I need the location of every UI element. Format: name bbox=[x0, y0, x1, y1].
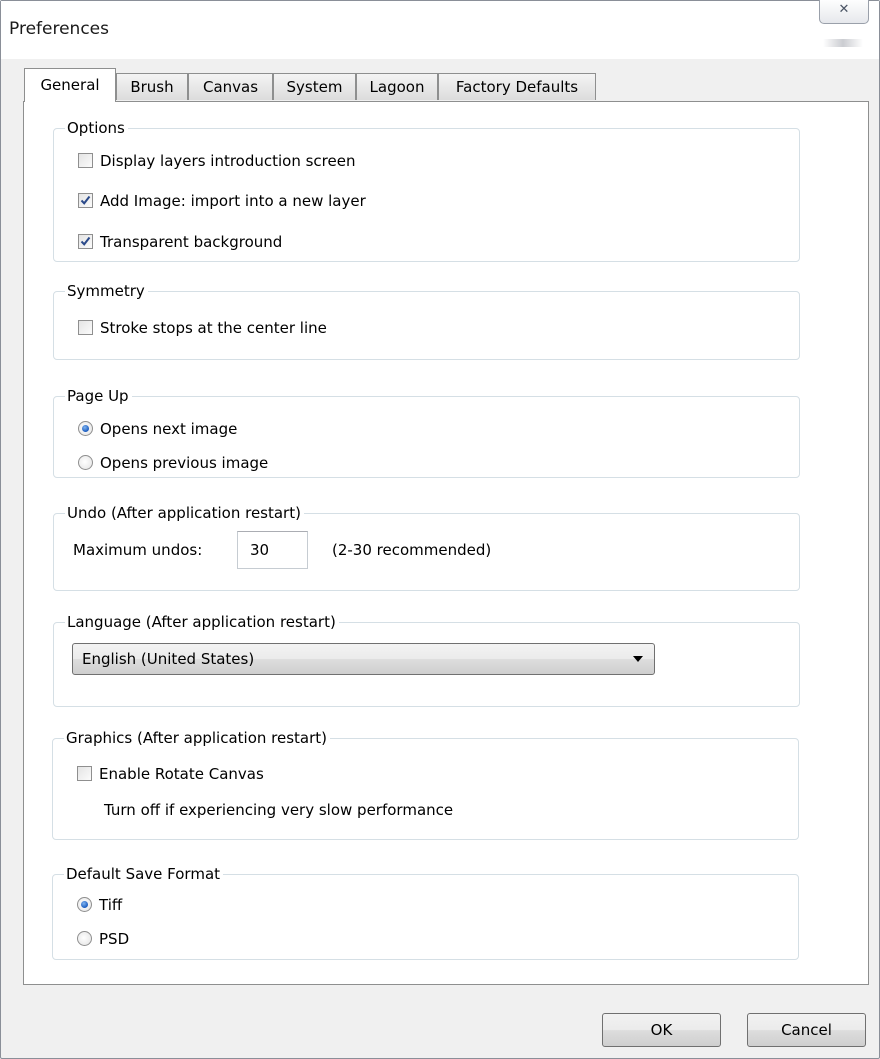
radio-button bbox=[78, 455, 93, 470]
radio-label: Tiff bbox=[99, 896, 123, 914]
undo-legend: Undo (After application restart) bbox=[65, 502, 304, 524]
checkbox-label: Display layers introduction screen bbox=[100, 152, 356, 170]
title-bar: Preferences ✕ bbox=[1, 0, 879, 59]
checkmark-icon bbox=[80, 195, 91, 205]
options-group: Options Display layers introduction scre… bbox=[53, 117, 800, 262]
symmetry-group: Symmetry Stroke stops at the center line bbox=[53, 280, 800, 360]
undo-hint-label: (2-30 recommended) bbox=[332, 541, 492, 559]
checkbox-label: Add Image: import into a new layer bbox=[100, 192, 366, 210]
radio-button bbox=[78, 421, 93, 436]
tab-label: Factory Defaults bbox=[455, 78, 579, 96]
language-select-value: English (United States) bbox=[82, 650, 255, 668]
cancel-button[interactable]: Cancel bbox=[747, 1013, 866, 1047]
tab-factory-defaults[interactable]: Factory Defaults bbox=[438, 73, 596, 100]
default-save-format-group: Default Save Format Tiff PSD bbox=[52, 863, 799, 960]
general-tab-panel: Options Display layers introduction scre… bbox=[23, 101, 869, 985]
language-legend: Language (After application restart) bbox=[65, 611, 339, 633]
radio-button bbox=[77, 897, 92, 912]
checkbox-box bbox=[78, 153, 93, 168]
dropdown-arrow-icon bbox=[633, 656, 643, 662]
radio-button bbox=[77, 931, 92, 946]
checkbox-label: Stroke stops at the center line bbox=[100, 319, 327, 337]
checkmark-icon bbox=[80, 236, 91, 246]
symmetry-legend: Symmetry bbox=[65, 280, 148, 302]
checkbox-box bbox=[77, 766, 92, 781]
close-button-shadow bbox=[823, 39, 863, 47]
tab-brush[interactable]: Brush bbox=[116, 73, 188, 100]
window-title: Preferences bbox=[9, 19, 109, 39]
checkbox-box bbox=[78, 234, 93, 249]
tab-label: Brush bbox=[130, 78, 174, 96]
tab-label: System bbox=[286, 78, 343, 96]
save-format-legend: Default Save Format bbox=[64, 863, 224, 885]
graphics-group: Graphics (After application restart) Ena… bbox=[52, 727, 799, 840]
tab-canvas[interactable]: Canvas bbox=[188, 73, 273, 100]
tab-general[interactable]: General bbox=[24, 68, 116, 102]
radio-label: Opens next image bbox=[100, 420, 238, 438]
tab-label: General bbox=[40, 76, 100, 94]
undo-group: Undo (After application restart) Maximum… bbox=[53, 502, 800, 591]
checkbox-label: Transparent background bbox=[100, 233, 283, 251]
tab-system[interactable]: System bbox=[273, 73, 356, 100]
radio-label: Opens previous image bbox=[100, 454, 269, 472]
page-up-legend: Page Up bbox=[65, 385, 132, 407]
graphics-legend: Graphics (After application restart) bbox=[64, 727, 331, 749]
close-button[interactable]: ✕ bbox=[819, 0, 869, 24]
language-group: Language (After application restart) Eng… bbox=[53, 611, 800, 707]
close-icon: ✕ bbox=[838, 2, 850, 17]
preferences-dialog: Preferences ✕ General Brush Canvas Syste… bbox=[0, 0, 880, 1059]
checkbox-label: Enable Rotate Canvas bbox=[99, 765, 264, 783]
maximum-undos-input[interactable]: 30 bbox=[237, 531, 308, 569]
tab-label: Lagoon bbox=[369, 78, 425, 96]
radio-label: PSD bbox=[99, 930, 130, 948]
tab-label: Canvas bbox=[202, 78, 259, 96]
ok-button[interactable]: OK bbox=[602, 1013, 721, 1047]
graphics-note: Turn off if experiencing very slow perfo… bbox=[104, 801, 454, 819]
checkbox-box bbox=[78, 193, 93, 208]
maximum-undos-label: Maximum undos: bbox=[73, 541, 203, 559]
options-legend: Options bbox=[65, 117, 128, 139]
checkbox-box bbox=[78, 320, 93, 335]
tab-lagoon[interactable]: Lagoon bbox=[356, 73, 438, 100]
page-up-group: Page Up Opens next image Opens previous … bbox=[53, 385, 800, 478]
language-select[interactable]: English (United States) bbox=[72, 643, 655, 675]
